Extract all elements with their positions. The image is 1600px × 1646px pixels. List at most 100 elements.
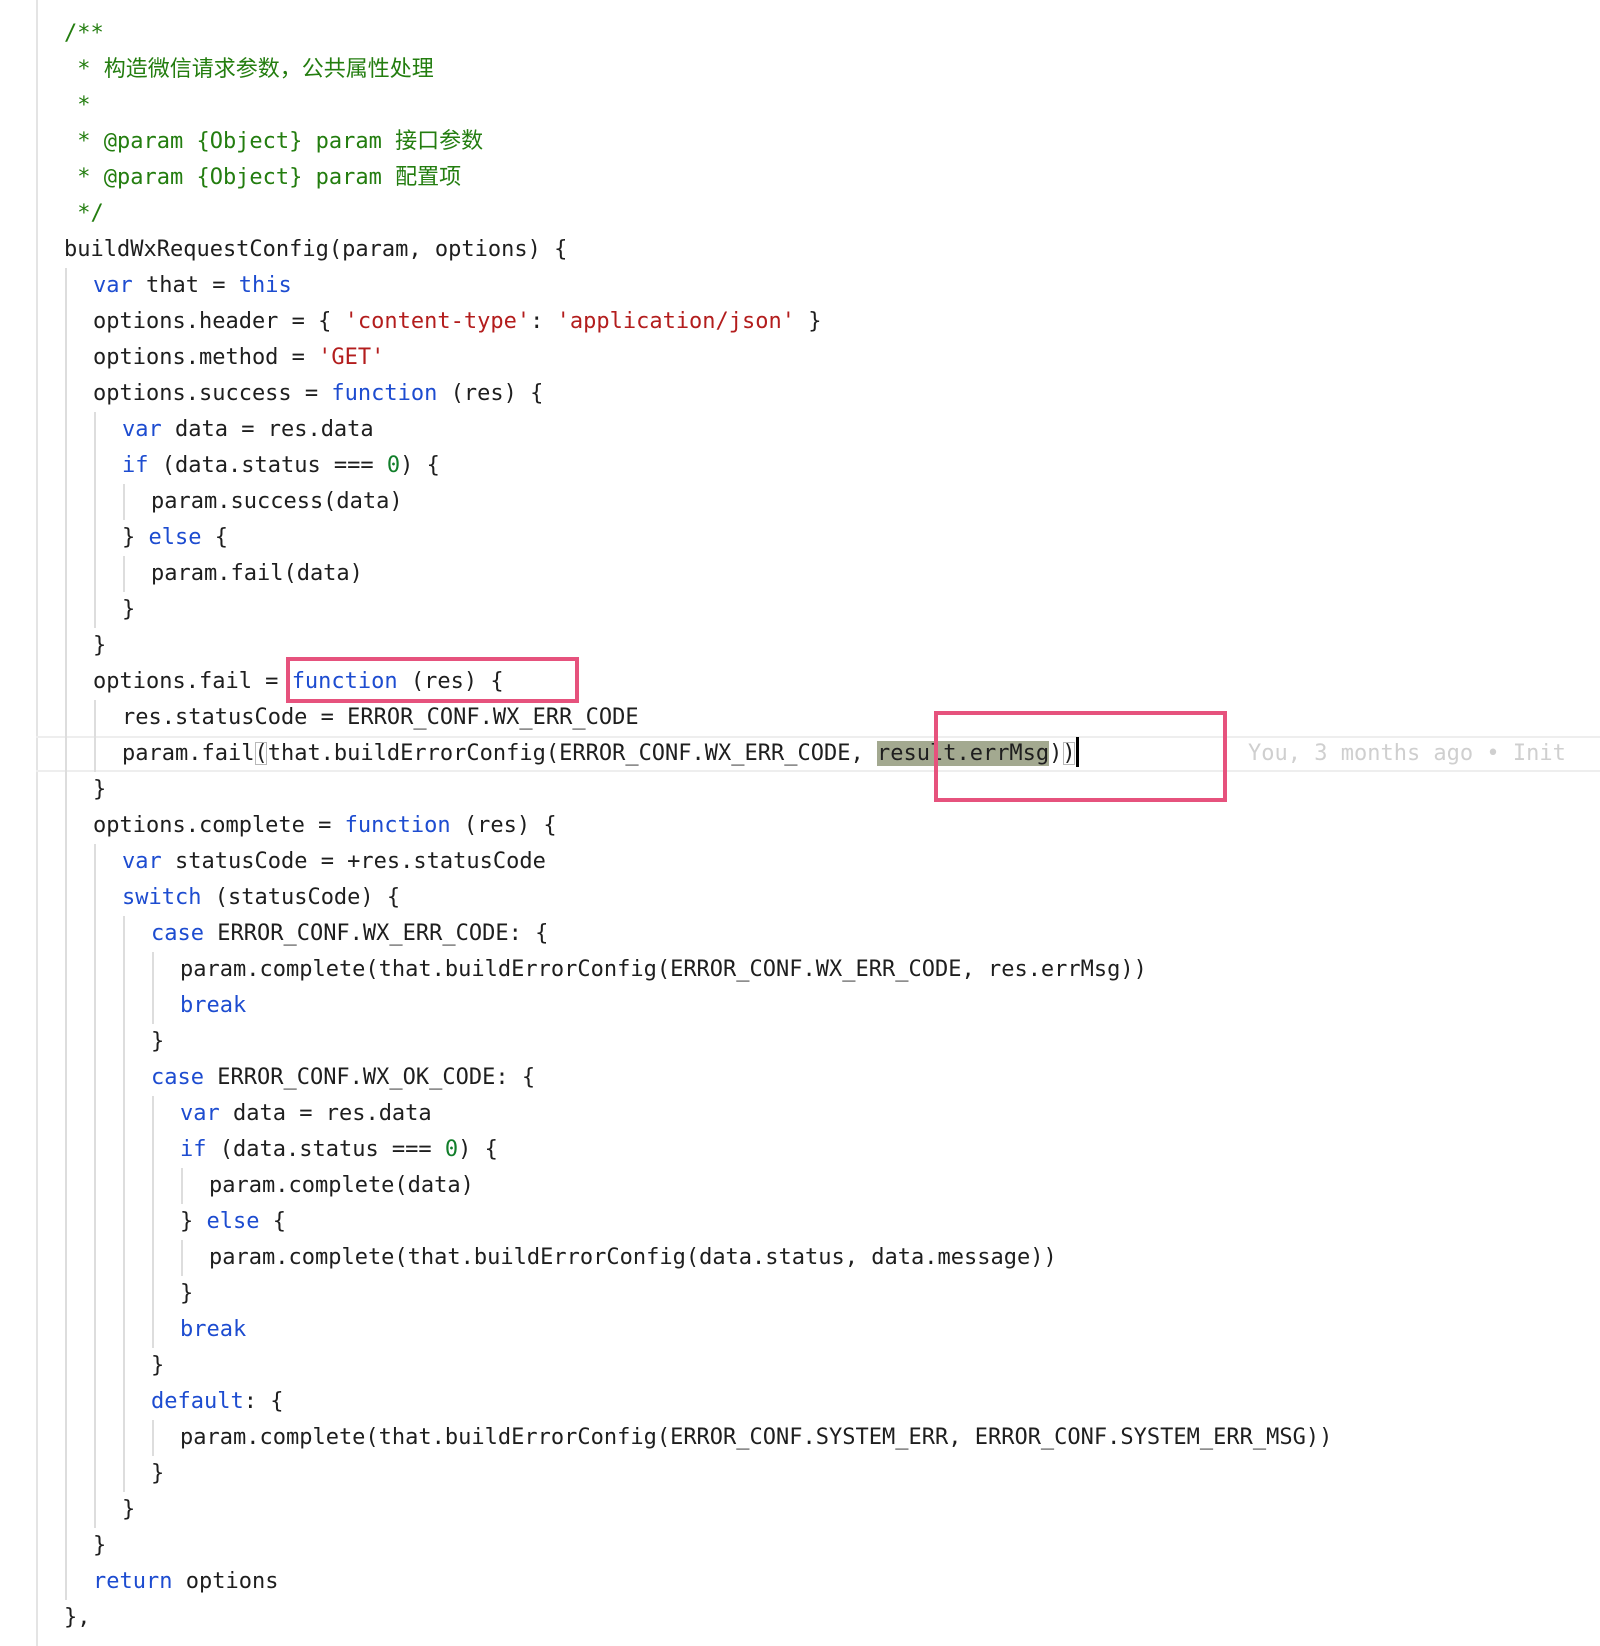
code-line[interactable]: } <box>0 592 1600 628</box>
code-line[interactable]: var that = this <box>0 268 1600 304</box>
indent-guide <box>152 1132 154 1168</box>
code-line[interactable]: } <box>0 772 1600 808</box>
indent-guide <box>94 1024 96 1060</box>
code-token: (res) { <box>450 813 557 838</box>
code-token: function <box>331 381 438 406</box>
code-token: } <box>151 1353 165 1378</box>
indent-guide <box>123 1024 125 1060</box>
indent-guide <box>123 1456 125 1492</box>
code-line[interactable]: } <box>0 1528 1600 1564</box>
code-line[interactable]: * @param {Object} param 接口参数 <box>0 124 1600 160</box>
indent-guide <box>65 880 67 916</box>
indent-guide <box>65 304 67 340</box>
indent-guide <box>94 700 96 736</box>
code-line[interactable]: } <box>0 1348 1600 1384</box>
code-line[interactable]: param.complete(that.buildErrorConfig(dat… <box>0 1240 1600 1276</box>
indent-guide <box>123 1168 125 1204</box>
indent-guide <box>94 484 96 520</box>
code-line[interactable]: options.success = function (res) { <box>0 376 1600 412</box>
code-text: } <box>151 1024 164 1060</box>
code-line[interactable]: options.method = 'GET' <box>0 340 1600 376</box>
code-token: options.header = { <box>93 309 345 334</box>
code-line[interactable]: options.fail = function (res) { <box>0 664 1600 700</box>
indent-guide <box>65 952 67 988</box>
code-text: options.success = function (res) { <box>93 376 543 412</box>
code-line[interactable]: switch (statusCode) { <box>0 880 1600 916</box>
code-token: } <box>93 633 107 658</box>
code-token: * 构造微信请求参数，公共属性处理 <box>64 57 434 82</box>
code-line[interactable]: param.complete(that.buildErrorConfig(ERR… <box>0 1420 1600 1456</box>
code-token: param.complete(that.buildErrorConfig(ERR… <box>180 957 1147 982</box>
code-line[interactable]: param.fail(that.buildErrorConfig(ERROR_C… <box>0 736 1600 772</box>
code-line[interactable]: case ERROR_CONF.WX_ERR_CODE: { <box>0 916 1600 952</box>
indent-guide <box>94 448 96 484</box>
indent-guide <box>65 916 67 952</box>
code-line[interactable]: param.fail(data) <box>0 556 1600 592</box>
code-line[interactable]: /** <box>0 16 1600 52</box>
code-line[interactable]: } <box>0 1492 1600 1528</box>
code-line[interactable]: break <box>0 1312 1600 1348</box>
code-line[interactable]: param.success(data) <box>0 484 1600 520</box>
code-line[interactable]: } <box>0 1024 1600 1060</box>
code-line[interactable]: * <box>0 88 1600 124</box>
code-token: break <box>180 1317 247 1342</box>
code-token: case <box>151 921 204 946</box>
code-line[interactable]: options.complete = function (res) { <box>0 808 1600 844</box>
code-line[interactable]: param.complete(data) <box>0 1168 1600 1204</box>
git-blame-annotation: You, 3 months ago • Init <box>1248 741 1566 766</box>
code-token: var <box>122 849 162 874</box>
indent-guide <box>94 412 96 448</box>
code-line[interactable]: default: { <box>0 1384 1600 1420</box>
code-line[interactable]: } <box>0 1276 1600 1312</box>
code-line[interactable]: } <box>0 1456 1600 1492</box>
indent-guide <box>152 988 154 1024</box>
code-token: else <box>148 525 202 550</box>
code-token: 'application/json' <box>556 309 796 334</box>
code-token: }, <box>64 1605 91 1630</box>
indent-guide <box>65 340 67 376</box>
code-line[interactable]: }, <box>0 1600 1600 1636</box>
indent-guide <box>65 1024 67 1060</box>
code-token: 'GET' <box>318 345 385 370</box>
code-line[interactable]: buildWxRequestConfig(param, options) { <box>0 232 1600 268</box>
code-token: var <box>93 273 133 298</box>
code-text: * @param {Object} param 配置项 <box>64 160 461 196</box>
indent-guide <box>65 700 67 736</box>
code-token: this <box>238 273 292 298</box>
code-line[interactable]: } else { <box>0 1204 1600 1240</box>
code-token: * @param {Object} param 配置项 <box>64 165 462 190</box>
code-token: param.complete(that.buildErrorConfig(ERR… <box>180 1425 1333 1450</box>
code-token: data = res.data <box>219 1101 432 1126</box>
indent-guide <box>65 1168 67 1204</box>
code-line[interactable]: var statusCode = +res.statusCode <box>0 844 1600 880</box>
code-line[interactable]: var data = res.data <box>0 1096 1600 1132</box>
code-text: } <box>151 1348 164 1384</box>
code-token: { <box>201 525 228 550</box>
code-line[interactable]: case ERROR_CONF.WX_OK_CODE: { <box>0 1060 1600 1096</box>
code-line[interactable]: break <box>0 988 1600 1024</box>
code-line[interactable]: res.statusCode = ERROR_CONF.WX_ERR_CODE <box>0 700 1600 736</box>
code-line[interactable]: param.complete(that.buildErrorConfig(ERR… <box>0 952 1600 988</box>
code-text: * 构造微信请求参数，公共属性处理 <box>64 52 434 88</box>
indent-guide <box>123 1240 125 1276</box>
code-line[interactable]: } else { <box>0 520 1600 556</box>
code-editor[interactable]: /** * 构造微信请求参数，公共属性处理 * * @param {Object… <box>0 16 1600 1636</box>
code-line[interactable]: var data = res.data <box>0 412 1600 448</box>
code-line[interactable]: */ <box>0 196 1600 232</box>
code-line[interactable]: * 构造微信请求参数，公共属性处理 <box>0 52 1600 88</box>
code-line[interactable]: if (data.status === 0) { <box>0 1132 1600 1168</box>
code-token: ) <box>1049 741 1063 766</box>
code-line[interactable]: } <box>0 628 1600 664</box>
indent-guide <box>65 1384 67 1420</box>
code-token: that = <box>132 273 239 298</box>
code-line[interactable]: options.header = { 'content-type': 'appl… <box>0 304 1600 340</box>
code-text: if (data.status === 0) { <box>180 1132 498 1168</box>
code-line[interactable]: if (data.status === 0) { <box>0 448 1600 484</box>
code-line[interactable]: return options <box>0 1564 1600 1600</box>
code-token: if <box>180 1137 207 1162</box>
indent-guide <box>65 592 67 628</box>
code-text: case ERROR_CONF.WX_OK_CODE: { <box>151 1060 535 1096</box>
indent-guide <box>152 1312 154 1348</box>
code-text: } else { <box>180 1204 286 1240</box>
code-line[interactable]: * @param {Object} param 配置项 <box>0 160 1600 196</box>
